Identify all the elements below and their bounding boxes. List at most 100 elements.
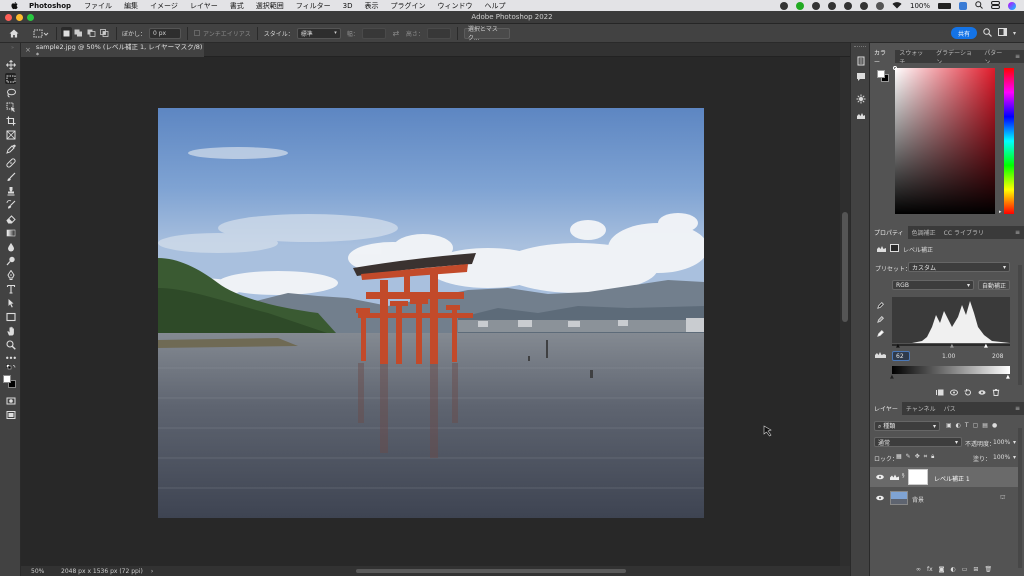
zoom-tool[interactable] bbox=[5, 339, 16, 350]
adjustments-panel-icon[interactable] bbox=[856, 94, 866, 104]
creative-cloud-icon[interactable] bbox=[779, 1, 788, 10]
document-tab[interactable]: × sample2.jpg @ 50% (レベル補正 1, レイヤーマスク/8)… bbox=[21, 43, 204, 59]
tab-adjustments[interactable]: 色調補正 bbox=[908, 226, 940, 239]
spotlight-icon[interactable] bbox=[975, 0, 983, 11]
input-method-icon[interactable] bbox=[959, 1, 967, 10]
control-center-icon[interactable] bbox=[991, 0, 1000, 11]
lock-artboard-icon[interactable]: ⌗ bbox=[924, 453, 927, 461]
filter-smart-icon[interactable]: ▤ bbox=[982, 422, 988, 429]
filter-toggle-icon[interactable]: ● bbox=[992, 422, 997, 429]
new-layer-icon[interactable]: ⊞ bbox=[973, 566, 978, 573]
input-black-field[interactable]: 62 bbox=[892, 351, 910, 361]
eraser-tool[interactable] bbox=[5, 213, 16, 224]
view-previous-icon[interactable] bbox=[950, 389, 958, 396]
dodge-tool[interactable] bbox=[5, 255, 16, 266]
intersect-selection-button[interactable] bbox=[98, 27, 111, 40]
gamma-input-handle-icon[interactable]: ▲ bbox=[950, 343, 954, 349]
filter-type-icon[interactable]: T bbox=[965, 422, 969, 429]
preset-select[interactable]: カスタム ▾ bbox=[908, 262, 1010, 272]
menu-3d[interactable]: 3D bbox=[343, 2, 353, 10]
add-mask-icon[interactable]: ◙ bbox=[939, 566, 945, 573]
close-tab-icon[interactable]: × bbox=[25, 46, 31, 54]
height-input[interactable] bbox=[426, 27, 451, 39]
quick-mask-button[interactable] bbox=[5, 395, 16, 406]
foreground-color-swatch[interactable] bbox=[3, 375, 11, 383]
menu-select[interactable]: 選択範囲 bbox=[256, 1, 284, 11]
filter-pixel-icon[interactable]: ▣ bbox=[946, 422, 952, 429]
history-panel-icon[interactable] bbox=[856, 56, 866, 66]
type-tool[interactable] bbox=[5, 283, 16, 294]
sync-icon[interactable] bbox=[859, 1, 868, 10]
rect-marquee-tool[interactable] bbox=[5, 73, 16, 84]
mask-link-icon[interactable]: § bbox=[902, 473, 905, 479]
opacity-chevron-icon[interactable]: ▾ bbox=[1013, 439, 1016, 446]
tab-color[interactable]: カラー bbox=[870, 50, 896, 66]
tab-layers[interactable]: レイヤー bbox=[870, 402, 902, 415]
clip-to-layer-icon[interactable] bbox=[936, 389, 944, 396]
opacity-value[interactable]: 100% bbox=[993, 439, 1010, 446]
layer-mask-thumbnail[interactable] bbox=[908, 469, 928, 485]
shield-icon[interactable] bbox=[843, 1, 852, 10]
style-select[interactable]: 標準 ▾ bbox=[296, 27, 341, 39]
mask-thumb-icon[interactable] bbox=[890, 244, 899, 252]
antialias-checkbox[interactable] bbox=[194, 30, 201, 36]
workspace-icon[interactable] bbox=[997, 28, 1007, 38]
default-colors-button[interactable] bbox=[5, 363, 16, 370]
delete-adjustment-icon[interactable] bbox=[992, 389, 1000, 396]
tab-patterns[interactable]: パターン bbox=[980, 50, 1011, 66]
apple-icon[interactable] bbox=[10, 1, 19, 10]
document-image[interactable] bbox=[158, 108, 704, 518]
hue-slider[interactable] bbox=[1004, 68, 1014, 214]
menu-type[interactable]: 書式 bbox=[230, 1, 244, 11]
path-select-tool[interactable] bbox=[5, 297, 16, 308]
toggle-visibility-icon[interactable] bbox=[978, 389, 986, 396]
menu-plugins[interactable]: プラグイン bbox=[390, 1, 425, 11]
layer-row-background[interactable]: 背景 ⛫ bbox=[870, 488, 1020, 508]
layers-menu-icon[interactable]: ≡ bbox=[1011, 402, 1024, 415]
color-field[interactable] bbox=[895, 68, 995, 214]
eyedropper-tool[interactable] bbox=[5, 143, 16, 154]
filter-adjustment-icon[interactable]: ◐ bbox=[956, 422, 961, 429]
line-icon[interactable] bbox=[795, 1, 804, 10]
black-point-eyedropper-icon[interactable] bbox=[877, 301, 885, 309]
tab-swatches[interactable]: スウォッチ bbox=[895, 50, 932, 66]
eye-status-icon[interactable] bbox=[875, 1, 884, 10]
document-info[interactable]: 2048 px x 1536 px (72 ppi) bbox=[61, 568, 143, 575]
rectangle-tool[interactable] bbox=[5, 311, 16, 322]
canvas-area[interactable] bbox=[21, 57, 840, 566]
width-input[interactable] bbox=[361, 27, 386, 39]
home-button[interactable] bbox=[4, 27, 24, 40]
siri-icon[interactable] bbox=[1008, 1, 1016, 10]
horizontal-scroll-thumb[interactable] bbox=[356, 569, 626, 573]
link-layers-icon[interactable]: ∞ bbox=[916, 566, 921, 573]
hue-slider-handle-icon[interactable]: ▸ bbox=[999, 209, 1002, 215]
select-and-mask-button[interactable]: 選択とマスク... bbox=[463, 26, 510, 42]
layer-lock-icon[interactable]: ⛫ bbox=[1000, 494, 1006, 502]
pen-tool[interactable] bbox=[5, 269, 16, 280]
layer-visibility-eye-icon[interactable] bbox=[876, 495, 884, 501]
brush-tool[interactable] bbox=[5, 171, 16, 182]
lock-position-icon[interactable]: ✥ bbox=[915, 453, 920, 461]
color-fg-swatch[interactable] bbox=[877, 70, 885, 78]
layer-name[interactable]: 背景 bbox=[912, 495, 924, 504]
black-input-handle-icon[interactable]: ▲ bbox=[896, 343, 900, 349]
white-input-handle-icon[interactable]: ▲ bbox=[984, 343, 988, 349]
tab-paths[interactable]: パス bbox=[940, 402, 960, 415]
add-selection-button[interactable] bbox=[72, 27, 85, 40]
channel-select[interactable]: RGB ▾ bbox=[892, 280, 974, 290]
frame-tool[interactable] bbox=[5, 129, 16, 140]
toolbar-collapse-icon[interactable]: » bbox=[7, 45, 18, 51]
color-field-picker[interactable] bbox=[893, 66, 897, 70]
move-tool[interactable] bbox=[5, 59, 16, 70]
lock-transparent-icon[interactable]: ▦ bbox=[896, 453, 902, 461]
dropbox-icon[interactable] bbox=[827, 1, 836, 10]
fill-value[interactable]: 100% bbox=[993, 454, 1010, 461]
menu-layer[interactable]: レイヤー bbox=[190, 1, 218, 11]
menu-image[interactable]: イメージ bbox=[150, 1, 178, 11]
reset-icon[interactable] bbox=[964, 389, 972, 396]
layer-visibility-eye-icon[interactable] bbox=[876, 474, 884, 480]
white-point-eyedropper-icon[interactable] bbox=[877, 329, 885, 337]
subtract-selection-button[interactable] bbox=[85, 27, 98, 40]
clone-stamp-tool[interactable] bbox=[5, 185, 16, 196]
new-selection-button[interactable] bbox=[61, 26, 72, 40]
